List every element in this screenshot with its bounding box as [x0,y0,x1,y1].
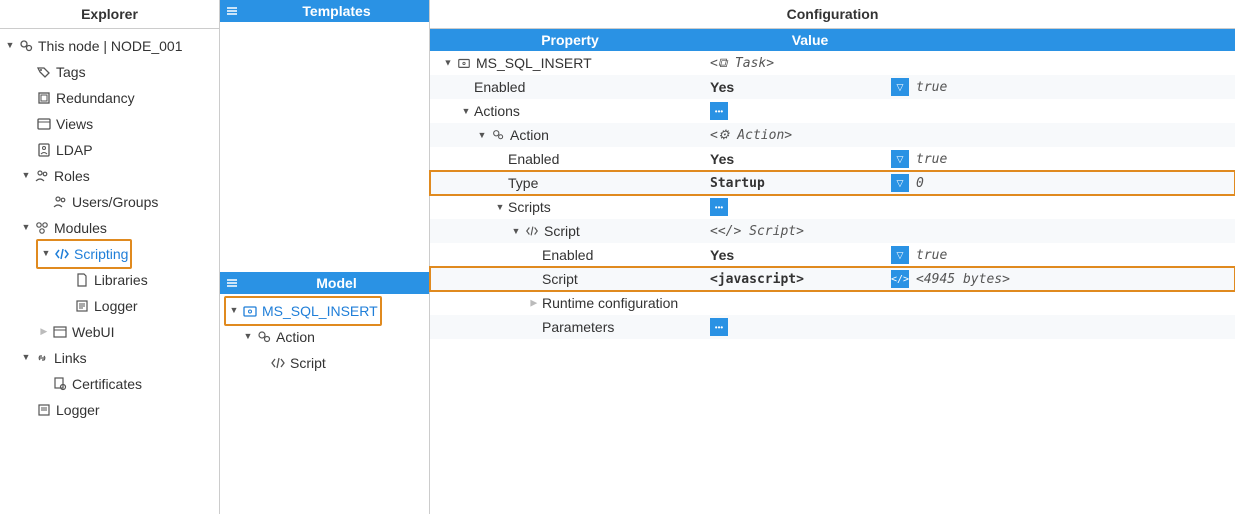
model-action[interactable]: Action [220,324,429,350]
config-header-row: Property Value [430,29,1235,51]
node-root[interactable]: This node | NODE_001 [0,33,219,59]
code-icon [522,224,542,238]
code-icon [52,246,72,262]
config-title: Configuration [430,0,1235,29]
row-root[interactable]: MS_SQL_INSERT <⧉ Task> [430,51,1235,75]
certificate-icon [50,376,70,392]
dropdown-button[interactable] [891,174,909,192]
row-actions[interactable]: Actions [430,99,1235,123]
nav-libraries[interactable]: Libraries [0,267,219,293]
nav-redundancy[interactable]: Redundancy [0,85,219,111]
row-action[interactable]: Action <⚙ Action> [430,123,1235,147]
users-icon [32,168,52,184]
col-property: Property [430,29,710,51]
nav-scripting[interactable]: Scripting [0,241,219,267]
nav-usersgroups[interactable]: Users/Groups [0,189,219,215]
dropdown-button[interactable] [891,150,909,168]
hamburger-icon[interactable] [220,4,244,18]
log-icon [34,402,54,418]
explorer-title: Explorer [0,0,219,29]
ldap-icon [34,142,54,158]
row-runtime[interactable]: Runtime configuration [430,291,1235,315]
log-icon [72,298,92,314]
more-button[interactable] [710,198,728,216]
link-icon [32,350,52,366]
nav-logger2[interactable]: Logger [0,397,219,423]
task-icon [454,56,474,70]
row-type[interactable]: Type Startup 0 [430,171,1235,195]
code-icon [268,355,288,371]
users-icon [50,194,70,210]
nav-modules[interactable]: Modules [0,215,219,241]
model-root[interactable]: MS_SQL_INSERT [220,298,429,324]
nav-views[interactable]: Views [0,111,219,137]
task-icon [240,303,260,319]
config-panel: Configuration Property Value MS_SQL_INSE… [430,0,1235,514]
row-script[interactable]: Script <</> Script> [430,219,1235,243]
window-icon [50,324,70,340]
dropdown-button[interactable] [891,246,909,264]
row-scripts[interactable]: Scripts [430,195,1235,219]
row-enabled2[interactable]: Enabled Yes true [430,147,1235,171]
gear-stack-icon [254,329,274,345]
nav-roles[interactable]: Roles [0,163,219,189]
views-icon [34,116,54,132]
nav-webui[interactable]: WebUI [0,319,219,345]
hamburger-icon[interactable] [220,276,244,290]
more-button[interactable] [710,102,728,120]
nav-ldap[interactable]: LDAP [0,137,219,163]
model-header: Model [220,272,429,294]
modules-icon [32,220,52,236]
row-parameters[interactable]: Parameters [430,315,1235,339]
file-icon [72,272,92,288]
col-value: Value [710,29,910,51]
gear-stack-icon [488,128,508,142]
dropdown-button[interactable] [891,78,909,96]
code-edit-button[interactable]: </> [891,270,909,288]
explorer-panel: Explorer This node | NODE_001 Tags Redun… [0,0,220,514]
nav-tags[interactable]: Tags [0,59,219,85]
gear-stack-icon [16,38,36,54]
row-enabled3[interactable]: Enabled Yes true [430,243,1235,267]
tags-icon [34,64,54,80]
col-extra [910,29,1235,51]
nav-links[interactable]: Links [0,345,219,371]
more-button[interactable] [710,318,728,336]
nav-certificates[interactable]: Certificates [0,371,219,397]
templates-header: Templates [220,0,429,22]
row-scriptvalue[interactable]: Script <javascript> </> <4945 bytes> [430,267,1235,291]
nav-logger[interactable]: Logger [0,293,219,319]
row-enabled1[interactable]: Enabled Yes true [430,75,1235,99]
middle-panel: Templates Model MS_SQL_INSERT Action Scr… [220,0,430,514]
box-icon [34,90,54,106]
model-script[interactable]: Script [220,350,429,376]
